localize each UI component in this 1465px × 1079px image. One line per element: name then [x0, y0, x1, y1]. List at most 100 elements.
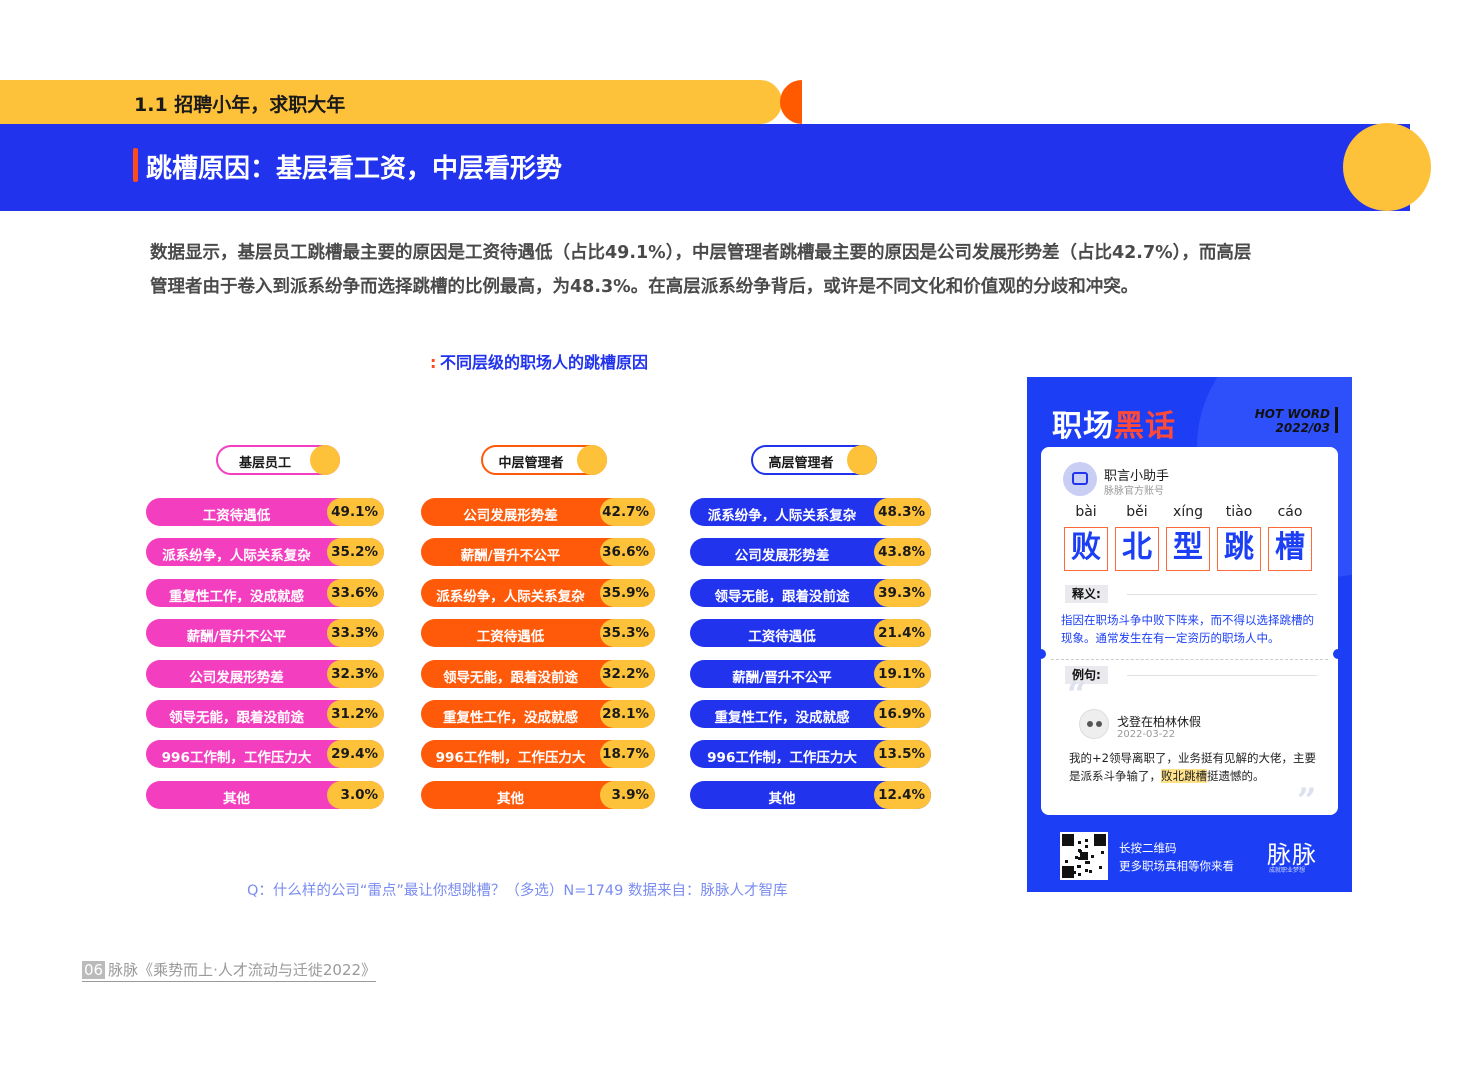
bar-value-box: 31.2%: [327, 700, 384, 728]
word-character: 槽: [1268, 527, 1312, 571]
bar-value-label: 18.7%: [602, 746, 649, 763]
qr-module: [1078, 873, 1081, 876]
bar: 重复性工作，没成就感 33.6%: [146, 578, 384, 607]
bar: 996工作制，工作压力大 29.4%: [146, 740, 384, 769]
bar-category-label: 其他: [497, 790, 524, 807]
user-date: 2022-03-22: [1117, 729, 1176, 740]
qr-module: [1089, 870, 1092, 873]
footer-text: 脉脉《乘势而上·人才流动与迁徙2022》: [108, 961, 377, 979]
bar: 其他 12.4%: [690, 780, 931, 809]
bar-category-label: 公司发展形势差: [189, 669, 284, 686]
hot-word-card: 职场黑话 HOT WORD 2022/03 职言小助手 脉脉官方账号 bài 败 b…: [1027, 377, 1352, 892]
source-note: Q：什么样的公司“雷点”最让你想跳槽？（多选）N=1749 数据来自：脉脉人才智…: [247, 883, 788, 899]
bar: 重复性工作，没成就感 16.9%: [690, 700, 931, 728]
bar: 996工作制，工作压力大 18.7%: [421, 740, 655, 769]
bar-value-box: 42.7%: [600, 498, 655, 526]
word-character: 北: [1115, 527, 1159, 571]
bar-category-label: 领导无能，跟着没前途: [714, 588, 850, 605]
bar-category-label: 薪酬/晋升不公平: [460, 548, 561, 565]
qr-module: [1073, 871, 1076, 874]
bar-category-label: 重复性工作，没成就感: [443, 710, 578, 726]
bar: 其他 3.9%: [421, 780, 655, 809]
section-accent: [780, 80, 802, 124]
word-character: 败: [1064, 527, 1108, 571]
comment-highlight: 败北跳槽: [1161, 769, 1207, 783]
group-label: 基层员工: [216, 445, 340, 475]
bar-value-label: 12.4%: [878, 786, 925, 803]
avatar-eye-icon: [1087, 721, 1093, 727]
bar-category-label: 重复性工作，没成就感: [714, 710, 850, 726]
intro-line-1: 数据显示，基层员工跳槽最主要的原因是工资待遇低（占比49.1%），中层管理者跳槽…: [150, 243, 1252, 263]
bar-value-box: 12.4%: [874, 780, 931, 809]
bar: 996工作制，工作压力大 13.5%: [690, 740, 931, 769]
page-number: 06: [82, 961, 106, 979]
bar-category-label: 工资待遇低: [202, 508, 271, 524]
definition-text: 指因在职场斗争中败下阵来，而不得以选择跳槽的现象。通常发生在有一定资历的职场人中…: [1061, 613, 1314, 645]
bar-value-box: 32.2%: [600, 659, 655, 688]
bar-category-label: 薪酬/晋升不公平: [186, 629, 287, 646]
definition-divider: [1127, 594, 1317, 595]
section-title: 1.1 招聘小年，求职大年: [134, 94, 346, 116]
hot-word-text: HOT WORD: [1254, 407, 1330, 421]
ticket-notch-left: [1036, 649, 1046, 659]
bar-value-label: 36.6%: [602, 544, 649, 561]
bar-category-label: 公司发展形势差: [463, 508, 558, 524]
bar-value-box: 16.9%: [874, 700, 931, 728]
bar-value-label: 33.3%: [331, 625, 378, 642]
user-avatar: [1079, 709, 1109, 739]
account-sub: 脉脉官方账号: [1104, 486, 1164, 497]
bar-value-box: 35.2%: [327, 538, 384, 567]
pinyin-label: bài: [1075, 504, 1097, 520]
word-character: 型: [1166, 527, 1210, 571]
bar: 公司发展形势差 32.3%: [146, 659, 384, 688]
bar-value-label: 33.6%: [331, 584, 378, 601]
group-title: 中层管理者: [498, 456, 564, 471]
bar: 薪酬/晋升不公平 33.3%: [146, 619, 384, 648]
pinyin-label: běi: [1126, 504, 1148, 520]
bar-value-label: 13.5%: [878, 746, 925, 763]
bar-category-label: 派系纷争，人际关系复杂: [707, 508, 857, 524]
bar-category-label: 工资待遇低: [476, 629, 545, 646]
bar-category-label: 派系纷争，人际关系复杂: [162, 548, 311, 565]
bar-value-label: 3.9%: [611, 786, 649, 803]
bar: 派系纷争，人际关系复杂 35.2%: [146, 538, 384, 567]
card-inner-panel: 职言小助手 脉脉官方账号 bài 败 běi 北 xíng 型 tiào 跳 cáo 槽 释义: …: [1041, 447, 1338, 821]
qr-module: [1065, 860, 1068, 863]
qr-module: [1078, 865, 1081, 868]
hot-word-date: 2022/03: [1275, 421, 1330, 435]
bar: 其他 3.0%: [146, 780, 384, 809]
bar-value-label: 21.4%: [878, 625, 925, 642]
brand-slogan: 成就职业梦想: [1269, 867, 1306, 874]
bar-value-label: 29.4%: [331, 746, 378, 763]
pinyin-label: xíng: [1173, 504, 1203, 520]
bar: 重复性工作，没成就感 28.1%: [421, 700, 655, 728]
intro-line-2: 管理者由于卷入到派系纷争而选择跳槽的比例最高，为48.3%。在高层派系纷争背后，…: [150, 277, 1139, 297]
bar-value-box: 13.5%: [874, 740, 931, 769]
qr-code[interactable]: [1060, 832, 1108, 880]
bar-category-label: 996工作制，工作压力大: [435, 750, 586, 767]
bar-value-label: 19.1%: [878, 665, 925, 682]
bar-value-box: 28.1%: [600, 700, 655, 728]
bar-value-label: 31.2%: [331, 706, 378, 722]
bar-category-label: 工资待遇低: [748, 629, 816, 646]
word-character: 跳: [1217, 527, 1261, 571]
user-name: 戈登在柏林休假: [1117, 715, 1202, 729]
colon-icon: :: [430, 353, 437, 372]
chart-title-text: 不同层级的职场人的跳槽原因: [440, 353, 649, 372]
bar-value-box: 18.7%: [600, 740, 655, 769]
bar: 薪酬/晋升不公平 19.1%: [690, 659, 931, 688]
hot-word-label: HOT WORD 2022/03: [1255, 407, 1330, 435]
bar-value-box: 33.3%: [327, 619, 384, 648]
comment-post: 挺遗憾的。: [1207, 769, 1265, 783]
ticket-notch-right: [1333, 649, 1343, 659]
bar-category-label: 领导无能，跟着没前途: [443, 669, 578, 686]
bar-category-label: 其他: [768, 790, 796, 807]
group-label-cap: [577, 445, 607, 475]
example-divider: [1127, 675, 1317, 676]
bar-category-label: 996工作制，工作压力大: [161, 750, 312, 767]
footer[interactable]: 06 脉脉《乘势而上·人才流动与迁徙2022》: [82, 959, 377, 982]
title-mark: [133, 148, 138, 182]
bar: 领导无能，跟着没前途 31.2%: [146, 700, 384, 728]
avatar-eye-icon: [1096, 721, 1102, 727]
bar-value-box: 3.0%: [327, 780, 384, 809]
